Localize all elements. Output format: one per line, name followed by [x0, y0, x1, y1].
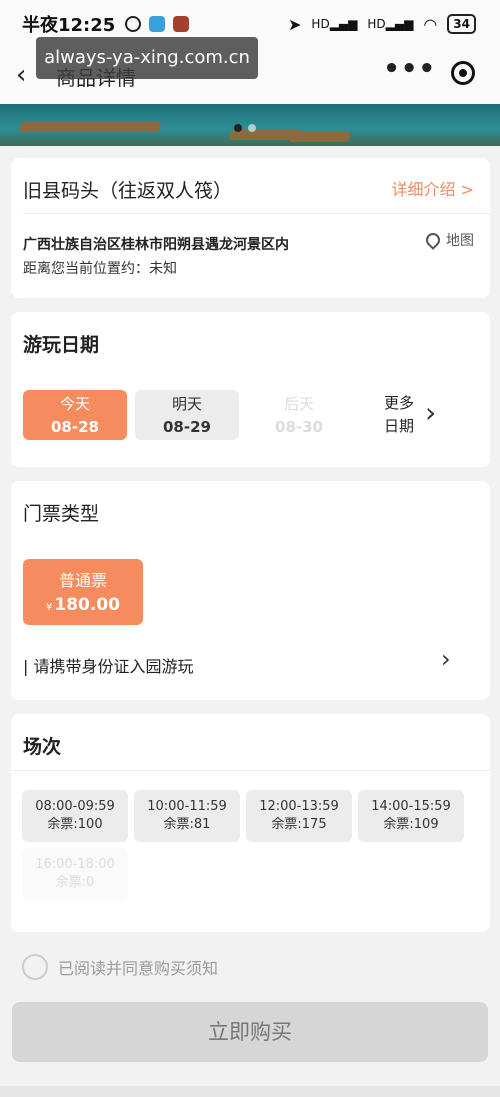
signal-icon-2: HD▂▄▆	[367, 17, 414, 31]
more-dates-button[interactable]: 更多 日期	[379, 392, 419, 438]
agreement-row[interactable]: 已阅读并同意购买须知	[22, 954, 218, 980]
price-value: 180.00	[54, 595, 120, 615]
agreement-checkbox[interactable]	[22, 954, 48, 980]
more-dates-label-1: 更多	[383, 394, 414, 412]
home-indicator	[0, 1086, 500, 1097]
date-value: 08-30	[275, 418, 323, 436]
banner-image[interactable]	[0, 104, 500, 146]
status-right: ➤ HD▂▄▆ HD▂▄▆ ◠ 34	[288, 14, 476, 34]
session-option[interactable]: 12:00-13:59 余票:175	[246, 790, 352, 842]
chevron-left-icon: ‹	[16, 60, 27, 90]
app-notification-icon	[149, 16, 166, 32]
distance-text: 距离您当前位置约：未知	[23, 261, 177, 277]
date-day: 明天	[171, 395, 202, 413]
target-icon[interactable]	[450, 61, 475, 85]
location-icon: ➤	[288, 14, 302, 34]
alarm-icon	[125, 16, 142, 32]
session-option[interactable]: 10:00-11:59 余票:81	[134, 790, 240, 842]
carousel-dot	[248, 124, 256, 132]
divider	[23, 213, 490, 214]
agreement-text: 已阅读并同意购买须知	[58, 959, 219, 978]
date-option-day-after[interactable]: 后天 08-30	[247, 390, 351, 440]
carousel-indicator	[234, 124, 256, 132]
session-remaining: 余票:100	[47, 817, 103, 832]
map-label: 地图	[446, 233, 474, 249]
session-remaining: 余票:81	[163, 817, 211, 832]
session-time: 08:00-09:59	[35, 799, 115, 814]
date-day: 今天	[59, 395, 90, 413]
raft-shape	[18, 122, 162, 132]
app-notification-icon-2	[173, 16, 190, 32]
divider	[11, 770, 490, 771]
date-card: 游玩日期 今天 08-28 明天 08-29 后天 08-30 更多 日期 ›	[11, 312, 490, 467]
map-link[interactable]: 地图	[423, 230, 474, 250]
date-day: 后天	[283, 395, 314, 413]
session-remaining: 余票:109	[383, 817, 439, 832]
product-card: 旧县码头（往返双人筏） 详细介绍 > 广西壮族自治区桂林市阳朔县遇龙河景区内 地…	[11, 158, 490, 298]
mini-program-capsule: •••	[376, 54, 482, 92]
signal-icon-1: HD▂▄▆	[311, 17, 358, 31]
currency-symbol: ¥	[46, 602, 53, 613]
ticket-section-title: 门票类型	[23, 503, 100, 525]
battery-icon: 34	[447, 14, 476, 34]
status-time: 半夜12:25	[22, 15, 116, 36]
ticket-option[interactable]: 普通票 ¥180.00	[23, 559, 143, 625]
product-title: 旧县码头（往返双人筏）	[23, 180, 233, 202]
session-card: 场次 08:00-09:59 余票:100 10:00-11:59 余票:81 …	[11, 714, 490, 932]
buy-now-button[interactable]: 立即购买	[12, 1002, 488, 1062]
session-time: 14:00-15:59	[371, 799, 451, 814]
date-value: 08-29	[163, 418, 211, 436]
date-option-today[interactable]: 今天 08-28	[23, 390, 127, 440]
id-notice[interactable]: 请携带身份证入园游玩	[23, 653, 193, 677]
session-option-soldout[interactable]: 16:00-18:00 余票:0	[22, 848, 128, 900]
location-pin-icon	[423, 230, 443, 250]
session-remaining: 余票:175	[271, 817, 327, 832]
carousel-dot	[234, 124, 242, 132]
session-time: 12:00-13:59	[259, 799, 339, 814]
address: 广西壮族自治区桂林市阳朔县遇龙河景区内	[23, 237, 289, 253]
status-notification-icons	[125, 16, 190, 32]
signal-2-label: HD	[367, 17, 386, 31]
ticket-price: ¥180.00	[23, 595, 143, 615]
chevron-right-icon[interactable]: ›	[441, 645, 451, 673]
more-dots-icon[interactable]: •••	[383, 54, 436, 84]
more-dates-label-2: 日期	[383, 417, 414, 435]
watermark: always-ya-xing.com.cn	[36, 37, 258, 79]
session-time: 10:00-11:59	[147, 799, 227, 814]
date-section-title: 游玩日期	[23, 334, 100, 356]
wifi-icon: ◠	[423, 14, 438, 34]
chevron-right-icon[interactable]: ›	[425, 396, 436, 429]
session-option[interactable]: 08:00-09:59 余票:100	[22, 790, 128, 842]
session-section-title: 场次	[23, 736, 62, 758]
date-value: 08-28	[51, 418, 99, 436]
session-time: 16:00-18:00	[35, 857, 115, 872]
raft-shape	[288, 132, 352, 142]
signal-1-label: HD	[311, 17, 330, 31]
session-option[interactable]: 14:00-15:59 余票:109	[358, 790, 464, 842]
date-option-tomorrow[interactable]: 明天 08-29	[135, 390, 239, 440]
ticket-name: 普通票	[58, 571, 107, 590]
ticket-card: 门票类型 普通票 ¥180.00 请携带身份证入园游玩 ›	[11, 481, 490, 700]
detail-link[interactable]: 详细介绍 >	[392, 176, 475, 200]
session-remaining: 余票:0	[55, 875, 95, 890]
